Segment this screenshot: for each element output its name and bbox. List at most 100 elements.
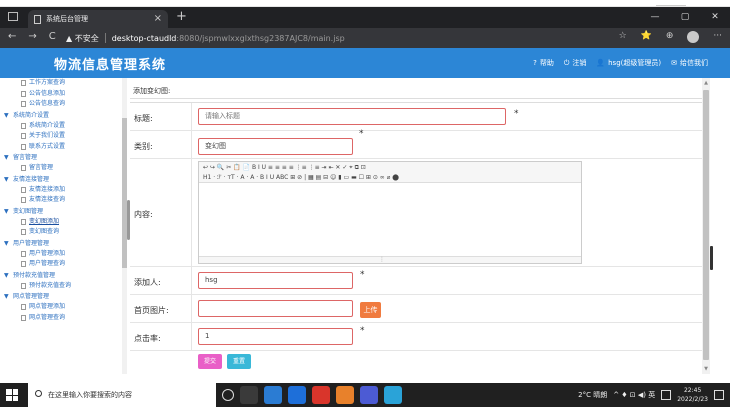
expand-arrow-icon[interactable]: ▼ — [4, 238, 9, 249]
required-mark: * — [359, 129, 364, 139]
url-field[interactable]: ▲ 不安全 desktop-ctaudld:8080/jspmwlxxglxth… — [66, 30, 345, 46]
editor-resize-grip-icon[interactable]: ⋮ — [379, 256, 385, 263]
submit-button[interactable]: 提交 — [198, 354, 223, 369]
browser-tab[interactable]: 系统后台管理 × — [28, 10, 168, 28]
help-link[interactable]: ? 帮助 — [533, 58, 554, 68]
input-method-icon[interactable] — [661, 390, 672, 400]
app-icon-purple[interactable] — [360, 386, 378, 404]
screen-bottom-edge — [0, 407, 730, 416]
office-icon[interactable] — [312, 386, 330, 404]
main-scroll-thumb[interactable] — [703, 90, 709, 360]
favorites-icon[interactable]: ⭐ — [641, 31, 652, 43]
new-tab-button[interactable]: + — [176, 9, 187, 24]
editor-toolbar-row-1[interactable]: ↩ ↪ 🔍 ✂ 📋 📄 B I U ≡ ≡ ≡ ≡ ⋮≡ ⋮≡ ⇥ ⇤ ✕ ✓ … — [203, 163, 577, 173]
minimize-button[interactable]: — — [640, 7, 670, 28]
expand-arrow-icon[interactable]: ▼ — [4, 270, 9, 281]
security-warning[interactable]: ▲ 不安全 — [66, 33, 99, 44]
window-menu-icon[interactable] — [8, 12, 18, 21]
sidebar-item-label: 公告信息添加 — [29, 89, 66, 97]
main-scrollbar[interactable]: ▲ ▼ — [702, 78, 710, 374]
clock[interactable]: 22:45 2022/2/23 — [677, 386, 708, 404]
app-header: 物流信息管理系统 ? 帮助 ⏻ 注销 👤 hsg(超级管理员) ✉ 给信我们 — [0, 48, 730, 78]
reset-button[interactable]: 重置 — [227, 354, 252, 369]
read-mode-icon[interactable]: ☆ — [619, 31, 627, 43]
expand-arrow-icon[interactable]: ▼ — [4, 291, 9, 302]
title-label: 标题: — [134, 114, 153, 123]
editor-toolbar-row-2[interactable]: H1 · ℱ · тT · A · A · B I U ABC ⊞ ⊘ | ▦ … — [203, 173, 577, 183]
nav-buttons: ← → C — [8, 31, 56, 42]
notification-icon[interactable] — [714, 390, 724, 400]
sidebar-group[interactable]: ▼ 友情连接管理 — [0, 174, 127, 185]
logout-link[interactable]: ⏻ 注销 — [564, 58, 587, 68]
reload-icon[interactable]: C — [49, 31, 56, 42]
clicks-label: 点击率: — [134, 334, 161, 343]
sidebar-item[interactable]: 预付款充值查询 — [0, 281, 127, 292]
forward-icon[interactable]: → — [28, 31, 36, 42]
sidebar-item[interactable]: 公告信息查询 — [0, 99, 127, 110]
sidebar-group[interactable]: ▼ 用户管理管理 — [0, 238, 127, 249]
sidebar-scroll-thumb[interactable] — [122, 118, 127, 268]
sidebar-item[interactable]: 关于我们设置 — [0, 131, 127, 142]
tab-close-icon[interactable]: × — [154, 13, 162, 24]
sidebar-group[interactable]: ▼ 预付款充值管理 — [0, 270, 127, 281]
task-view-icon[interactable] — [240, 386, 258, 404]
category-label: 类别: — [134, 142, 153, 151]
image-path-field[interactable] — [198, 300, 353, 317]
author-field[interactable]: hsg — [198, 272, 353, 289]
expand-arrow-icon[interactable]: ▼ — [4, 152, 9, 163]
document-icon — [21, 218, 26, 225]
expand-arrow-icon[interactable]: ▼ — [4, 206, 9, 217]
sidebar-item[interactable]: 系统简介设置 — [0, 121, 127, 132]
more-icon[interactable]: ··· — [713, 31, 722, 43]
sidebar-group[interactable]: ▼ 网点管理管理 — [0, 291, 127, 302]
sidebar-group[interactable]: ▼ 系统简介设置 — [0, 110, 127, 121]
profile-avatar[interactable] — [687, 31, 700, 43]
sidebar-item[interactable]: 网点管理添加 — [0, 302, 127, 313]
clock-time: 22:45 — [683, 387, 702, 394]
sidebar-item[interactable]: 用户管理查询 — [0, 259, 127, 270]
weather-widget[interactable]: 2°C 晴朗 — [578, 390, 607, 400]
contact-link[interactable]: ✉ 给信我们 — [671, 58, 708, 68]
edge-icon[interactable] — [288, 386, 306, 404]
taskbar-search[interactable]: 在这里输入你要搜索的内容 — [28, 383, 216, 407]
sidebar-item[interactable]: 联系方式设置 — [0, 142, 127, 153]
sidebar-item[interactable]: 变幻图查询 — [0, 227, 127, 238]
sidebar-item[interactable]: 工作方案查询 — [0, 78, 127, 89]
expand-arrow-icon[interactable]: ▼ — [4, 174, 9, 185]
rich-text-editor[interactable]: ↩ ↪ 🔍 ✂ 📋 📄 B I U ≡ ≡ ≡ ≡ ⋮≡ ⋮≡ ⇥ ⇤ ✕ ✓ … — [198, 161, 582, 264]
back-icon[interactable]: ← — [8, 31, 16, 42]
cortana-icon[interactable] — [222, 389, 234, 401]
close-window-button[interactable]: ✕ — [700, 7, 730, 28]
sidebar-group[interactable]: ▼ 变幻图管理 — [0, 206, 127, 217]
taskbar-search-placeholder: 在这里输入你要搜索的内容 — [48, 391, 132, 399]
user-link[interactable]: 👤 hsg(超级管理员) — [596, 58, 661, 68]
windows-start-icon[interactable] — [6, 389, 18, 401]
clicks-field[interactable]: 1 — [198, 328, 353, 345]
tray-icons[interactable]: ^ ♦ ⊡ ◀) 英 — [613, 390, 655, 400]
category-field[interactable]: 变幻图 — [198, 138, 353, 155]
browser-taskbar-icon[interactable] — [384, 386, 402, 404]
system-tray: 2°C 晴朗 ^ ♦ ⊡ ◀) 英 22:45 2022/2/23 — [578, 383, 724, 407]
sidebar-item[interactable]: 网点管理查询 — [0, 313, 127, 324]
upload-button[interactable]: 上传 — [360, 302, 381, 318]
expand-arrow-icon[interactable]: ▼ — [4, 110, 9, 121]
sidebar-item[interactable]: 留言管理 — [0, 163, 127, 174]
sidebar-item[interactable]: 友情连接查询 — [0, 195, 127, 206]
scroll-up-icon[interactable]: ▲ — [702, 80, 710, 86]
side-panel-handle[interactable] — [710, 246, 713, 270]
sidebar-group[interactable]: ▼ 留言管理 — [0, 152, 127, 163]
collections-icon[interactable]: ⊕ — [666, 31, 674, 43]
author-row: 添加人: hsg * — [130, 267, 702, 295]
sidebar-item-label: 变幻图添加 — [29, 217, 60, 225]
file-explorer-icon[interactable] — [264, 386, 282, 404]
author-label: 添加人: — [134, 278, 161, 287]
sidebar-item[interactable]: 用户管理添加 — [0, 249, 127, 260]
scroll-down-icon[interactable]: ▼ — [702, 366, 710, 372]
sidebar-item[interactable]: 变幻图添加 — [0, 217, 127, 228]
maximize-button[interactable]: ▢ — [670, 7, 700, 28]
sidebar-item[interactable]: 公告信息添加 — [0, 89, 127, 100]
app-icon-orange[interactable] — [336, 386, 354, 404]
sidebar-item[interactable]: 友情连接添加 — [0, 185, 127, 196]
content-row: 内容: ↩ ↪ 🔍 ✂ 📋 📄 B I U ≡ ≡ ≡ ≡ ⋮≡ ⋮≡ ⇥ ⇤ … — [130, 159, 702, 267]
title-input[interactable] — [198, 108, 506, 125]
